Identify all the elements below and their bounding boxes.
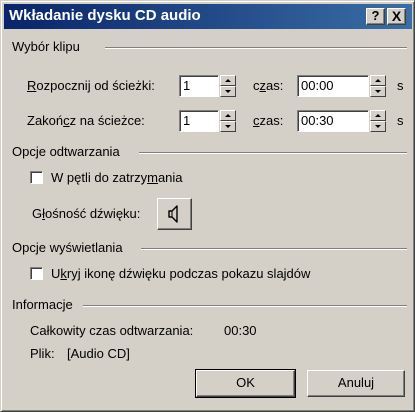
end-track-label: Zakończ na ścieżce: [27,113,145,128]
arrow-down-icon [225,125,231,128]
hide-icon-checkbox[interactable] [30,267,43,280]
start-time-unit: s [397,78,404,93]
total-time-label: Całkowity czas odtwarzania: [30,323,194,338]
arrow-up-icon [375,114,381,117]
playback-group-divider [139,152,407,154]
spin-down-button[interactable] [220,121,236,132]
cancel-button[interactable]: Anuluj [307,370,405,397]
end-time-spinner[interactable] [370,110,386,132]
spin-down-button[interactable] [370,121,386,132]
hide-icon-checkbox-label[interactable]: Ukryj ikonę dźwięku podczas pokazu slajd… [51,266,310,281]
info-group-title: Informacje [12,297,73,312]
help-button[interactable]: ? [366,8,385,25]
start-track-input[interactable]: 1 [179,75,219,97]
dialog-title: Wkładanie dysku CD audio [9,7,201,24]
spin-down-button[interactable] [370,86,386,97]
end-time-unit: s [397,113,404,128]
title-bar[interactable]: Wkładanie dysku CD audio ? X [4,4,412,29]
display-group-title: Opcje wyświetlania [12,240,123,255]
end-time-label: czas: [253,113,284,128]
end-time-input[interactable]: 00:30 [297,110,369,132]
arrow-down-icon [375,125,381,128]
file-value: [Audio CD] [67,346,130,361]
start-track-spinner[interactable] [220,75,236,97]
loop-checkbox-label[interactable]: W pętli do zatrzymania [51,170,183,185]
total-time-value: 00:30 [224,323,257,338]
volume-button[interactable] [157,198,192,230]
file-label: Plik: [30,346,55,361]
arrow-down-icon [225,90,231,93]
end-track-spinner[interactable] [220,110,236,132]
clip-group-divider [105,47,407,49]
spin-up-button[interactable] [370,110,386,121]
info-group-divider [83,305,407,307]
spin-up-button[interactable] [370,75,386,86]
dialog-window: Wkładanie dysku CD audio ? X Wybór klipu… [0,0,415,412]
start-time-spinner[interactable] [370,75,386,97]
playback-group-title: Opcje odtwarzania [12,144,120,159]
arrow-up-icon [225,114,231,117]
speaker-icon [168,205,178,223]
start-time-label: czas: [253,78,284,93]
spin-up-button[interactable] [220,75,236,86]
volume-label: Głośność dźwięku: [32,206,141,221]
display-group-divider [141,248,407,250]
ok-button[interactable]: OK [195,369,296,398]
start-track-label: Rozpocznij od ścieżki: [27,78,155,93]
close-button[interactable]: X [387,8,406,25]
arrow-down-icon [375,90,381,93]
start-time-input[interactable]: 00:00 [297,75,369,97]
arrow-up-icon [375,79,381,82]
spin-down-button[interactable] [220,86,236,97]
end-track-input[interactable]: 1 [179,110,219,132]
arrow-up-icon [225,79,231,82]
loop-checkbox[interactable] [30,171,43,184]
spin-up-button[interactable] [220,110,236,121]
clip-group-title: Wybór klipu [12,39,80,54]
